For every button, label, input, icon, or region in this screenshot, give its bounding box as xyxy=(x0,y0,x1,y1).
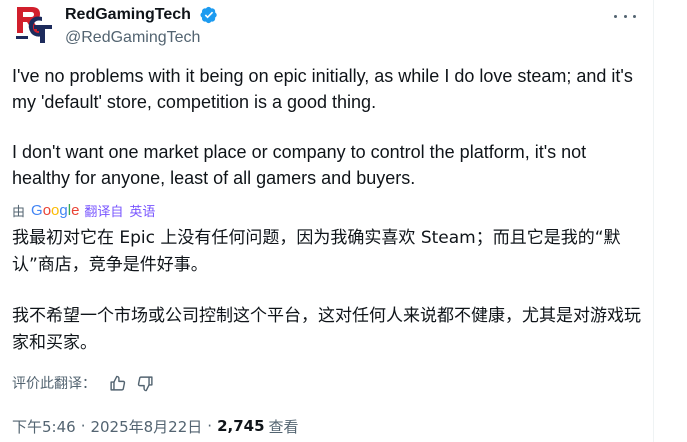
author-handle[interactable]: @RedGamingTech xyxy=(65,28,200,48)
translated-from-label[interactable]: 翻译自 xyxy=(84,201,123,220)
avatar[interactable] xyxy=(12,3,54,45)
more-icon[interactable] xyxy=(614,6,636,26)
thumbs-up-icon[interactable] xyxy=(108,374,126,392)
google-logo[interactable]: Google xyxy=(31,202,79,219)
translation-paragraph: 我最初对它在 Epic 上没有任何问题，因为我确实喜欢 Steam；而且它是我的… xyxy=(12,228,621,275)
translated-by-label: 由 xyxy=(12,203,26,219)
views-count[interactable]: 2,745 xyxy=(217,417,264,435)
views-label: 查看 xyxy=(268,417,299,436)
thumbs-down-icon[interactable] xyxy=(136,374,154,392)
author-display-name[interactable]: RedGamingTech xyxy=(65,5,191,25)
rate-translation-label: 评价此翻译： xyxy=(12,376,96,392)
verified-badge-icon[interactable] xyxy=(200,6,218,24)
tweet-paragraph: I've no problems with it being on epic i… xyxy=(12,66,633,112)
translation-attribution: 由 Google 翻译自 英语 xyxy=(12,200,155,220)
tweet-text: I've no problems with it being on epic i… xyxy=(12,63,644,191)
tweet-meta: 下午5:46 · 2025年8月22日 · 2,745 查看 xyxy=(12,416,299,437)
tweet-paragraph: I don't want one market place or company… xyxy=(12,142,587,188)
source-language[interactable]: 英语 xyxy=(129,201,155,220)
tweet-date[interactable]: 2025年8月22日 xyxy=(90,416,202,437)
translated-text: 我最初对它在 Epic 上没有任何问题，因为我确实喜欢 Steam；而且它是我的… xyxy=(12,225,644,357)
column-border xyxy=(653,0,654,442)
tweet-header: RedGamingTech @RedGamingTech xyxy=(0,0,654,50)
translation-paragraph: 我不希望一个市场或公司控制这个平台，这对任何人来说都不健康，尤其是对游戏玩家和买… xyxy=(12,306,641,353)
rgt-logo-icon xyxy=(12,3,54,45)
tweet-time[interactable]: 下午5:46 xyxy=(12,416,76,437)
rate-translation: 评价此翻译： xyxy=(12,372,154,394)
